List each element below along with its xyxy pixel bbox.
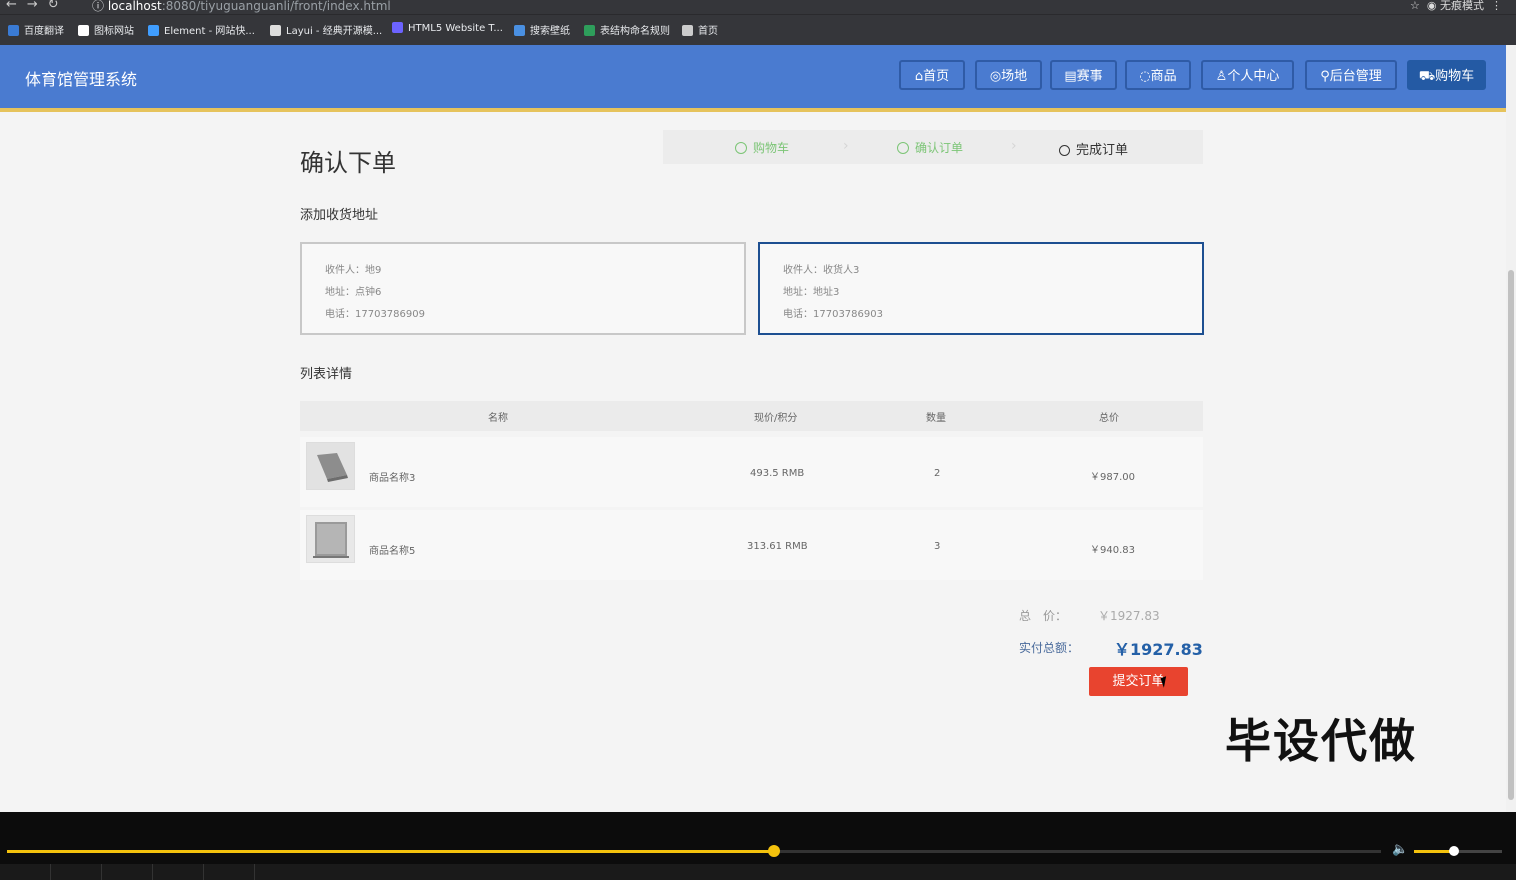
bookmark-item[interactable]: Element - 网站快... <box>148 22 255 37</box>
bookmark-favicon-icon <box>514 25 525 36</box>
video-progress-track[interactable] <box>7 845 1381 857</box>
table-header: 名称 现价/积分 数量 总价 <box>300 401 1203 431</box>
nav-field-button[interactable]: ◎场地 <box>975 60 1042 90</box>
bookmark-item[interactable]: 首页 <box>682 22 718 37</box>
step-complete: 完成订单 <box>1059 139 1128 158</box>
taskbar-slot[interactable] <box>102 864 153 880</box>
taskbar-slot[interactable] <box>204 864 255 880</box>
volume-icon[interactable]: 🔈 <box>1392 842 1408 857</box>
volume-slider[interactable] <box>1414 846 1502 856</box>
address-recipient: 收件人：收货人3 <box>783 265 860 276</box>
bookmark-item[interactable]: 表结构命名规则 <box>584 22 670 37</box>
column-header-qty: 数量 <box>926 413 946 424</box>
page-title: 确认下单 <box>300 149 396 177</box>
site-logo[interactable]: 体育馆管理系统 <box>25 66 137 90</box>
step-cart: 购物车 <box>735 139 789 156</box>
taskbar-slot[interactable] <box>153 864 204 880</box>
column-header-price: 现价/积分 <box>754 413 798 424</box>
bookmark-item[interactable]: 图标网站 <box>78 22 134 37</box>
product-price: 313.61 RMB <box>747 541 808 552</box>
bookmark-item[interactable]: 搜索壁纸 <box>514 22 570 37</box>
check-circle-icon <box>897 142 909 154</box>
taskbar-slot[interactable] <box>51 864 102 880</box>
check-circle-icon <box>735 142 747 154</box>
paid-total-label: 实付总额： <box>1019 641 1080 655</box>
volume-handle[interactable] <box>1448 846 1459 856</box>
address-recipient: 收件人：地9 <box>325 265 382 276</box>
address-phone: 电话：17703786909 <box>325 309 425 320</box>
bookmark-item[interactable]: HTML5 Website T... <box>392 22 503 34</box>
bookmark-favicon-icon <box>682 25 693 36</box>
total-price-value: ￥1927.83 <box>1098 609 1160 623</box>
bookmarks-bar: 百度翻译 图标网站 Element - 网站快... Layui - 经典开源模...… <box>0 14 1516 45</box>
nav-event-button[interactable]: ▤赛事 <box>1050 60 1117 90</box>
circle-icon <box>1059 145 1070 156</box>
bookmark-favicon-icon <box>8 25 19 36</box>
incognito-indicator[interactable]: ☆ ◉ 无痕模式 ⋮ <box>1410 0 1502 13</box>
product-price: 493.5 RMB <box>750 468 805 479</box>
nav-link-button[interactable]: ⚲后台管理 <box>1305 60 1397 90</box>
total-price-label: 总 价： <box>1019 609 1068 623</box>
product-name: 商品名称5 <box>369 546 416 557</box>
product-image[interactable] <box>306 515 355 563</box>
bookmark-favicon-icon <box>584 25 595 36</box>
step-confirm: 确认订单 <box>897 139 963 156</box>
browser-nav-icons[interactable]: ←→↻ <box>6 0 69 12</box>
bookmark-favicon-icon <box>270 25 281 36</box>
address-phone: 电话：17703786903 <box>783 309 883 320</box>
site-header: 体育馆管理系统 ⌂首页 ◎场地 ▤赛事 ◌商品 ♙个人中心 ⚲后台管理 ⛟购物车 <box>0 45 1506 112</box>
page-viewport: 体育馆管理系统 ⌂首页 ◎场地 ▤赛事 ◌商品 ♙个人中心 ⚲后台管理 ⛟购物车 确认下单 … <box>0 45 1506 812</box>
address-card-selected[interactable]: 收件人：收货人3 地址：地址3 电话：17703786903 <box>758 242 1204 335</box>
watermark: 毕设代做 <box>1225 714 1417 768</box>
page-scrollbar[interactable] <box>1506 45 1516 812</box>
field-icon: ◎ <box>989 69 1002 84</box>
chevron-right-icon: › <box>1011 138 1017 154</box>
chevron-right-icon: › <box>843 138 849 154</box>
taskbar <box>0 864 1516 880</box>
column-header-total: 总价 <box>1099 413 1119 424</box>
volume-fill <box>1414 850 1454 853</box>
table-row: 商品名称3 493.5 RMB 2 ￥987.00 <box>300 437 1203 507</box>
bookmark-favicon-icon <box>148 25 159 36</box>
video-progress-handle[interactable] <box>767 845 780 857</box>
home-icon: ⌂ <box>914 69 924 84</box>
bookmark-item[interactable]: 百度翻译 <box>8 22 64 37</box>
list-section-title: 列表详情 <box>300 367 353 382</box>
order-steps: 购物车 › 确认订单 › 完成订单 <box>663 130 1203 164</box>
column-header-name: 名称 <box>488 413 508 424</box>
product-qty: 3 <box>934 541 941 552</box>
bookmark-favicon-icon <box>392 22 403 33</box>
address-section-title: 添加收货地址 <box>300 208 379 223</box>
product-total: ￥987.00 <box>1090 472 1135 483</box>
paid-total-value: ￥1927.83 <box>1114 640 1203 659</box>
address-detail: 地址：点钟6 <box>325 287 382 298</box>
nav-user-button[interactable]: ♙个人中心 <box>1201 60 1294 90</box>
event-icon: ▤ <box>1064 69 1077 84</box>
video-progress-fill <box>7 850 774 853</box>
goods-icon: ◌ <box>1139 69 1151 84</box>
product-name: 商品名称3 <box>369 473 416 484</box>
address-card[interactable]: 收件人：地9 地址：点钟6 电话：17703786909 <box>300 242 746 335</box>
scrollbar-thumb[interactable] <box>1508 270 1514 800</box>
nav-home-button[interactable]: ⌂首页 <box>899 60 965 90</box>
cart-icon: ⛟ <box>1418 69 1436 84</box>
product-total: ￥940.83 <box>1090 545 1135 556</box>
address-detail: 地址：地址3 <box>783 287 840 298</box>
link-icon: ⚲ <box>1320 69 1330 84</box>
nav-goods-button[interactable]: ◌商品 <box>1125 60 1191 90</box>
bookmark-item[interactable]: Layui - 经典开源模... <box>270 22 382 37</box>
submit-order-button[interactable]: 提交订单 <box>1089 667 1188 696</box>
product-image[interactable] <box>306 442 355 490</box>
address-bar[interactable]: ⓘ localhost:8080/tiyuguanguanli/front/in… <box>92 0 391 14</box>
user-icon: ♙ <box>1215 69 1228 84</box>
bookmark-favicon-icon <box>78 25 89 36</box>
nav-cart-button[interactable]: ⛟购物车 <box>1407 60 1486 90</box>
product-qty: 2 <box>934 468 941 479</box>
table-row: 商品名称5 313.61 RMB 3 ￥940.83 <box>300 510 1203 580</box>
taskbar-slot[interactable] <box>0 864 51 880</box>
browser-toolbar: ←→↻ ⓘ localhost:8080/tiyuguanguanli/fron… <box>0 0 1516 14</box>
